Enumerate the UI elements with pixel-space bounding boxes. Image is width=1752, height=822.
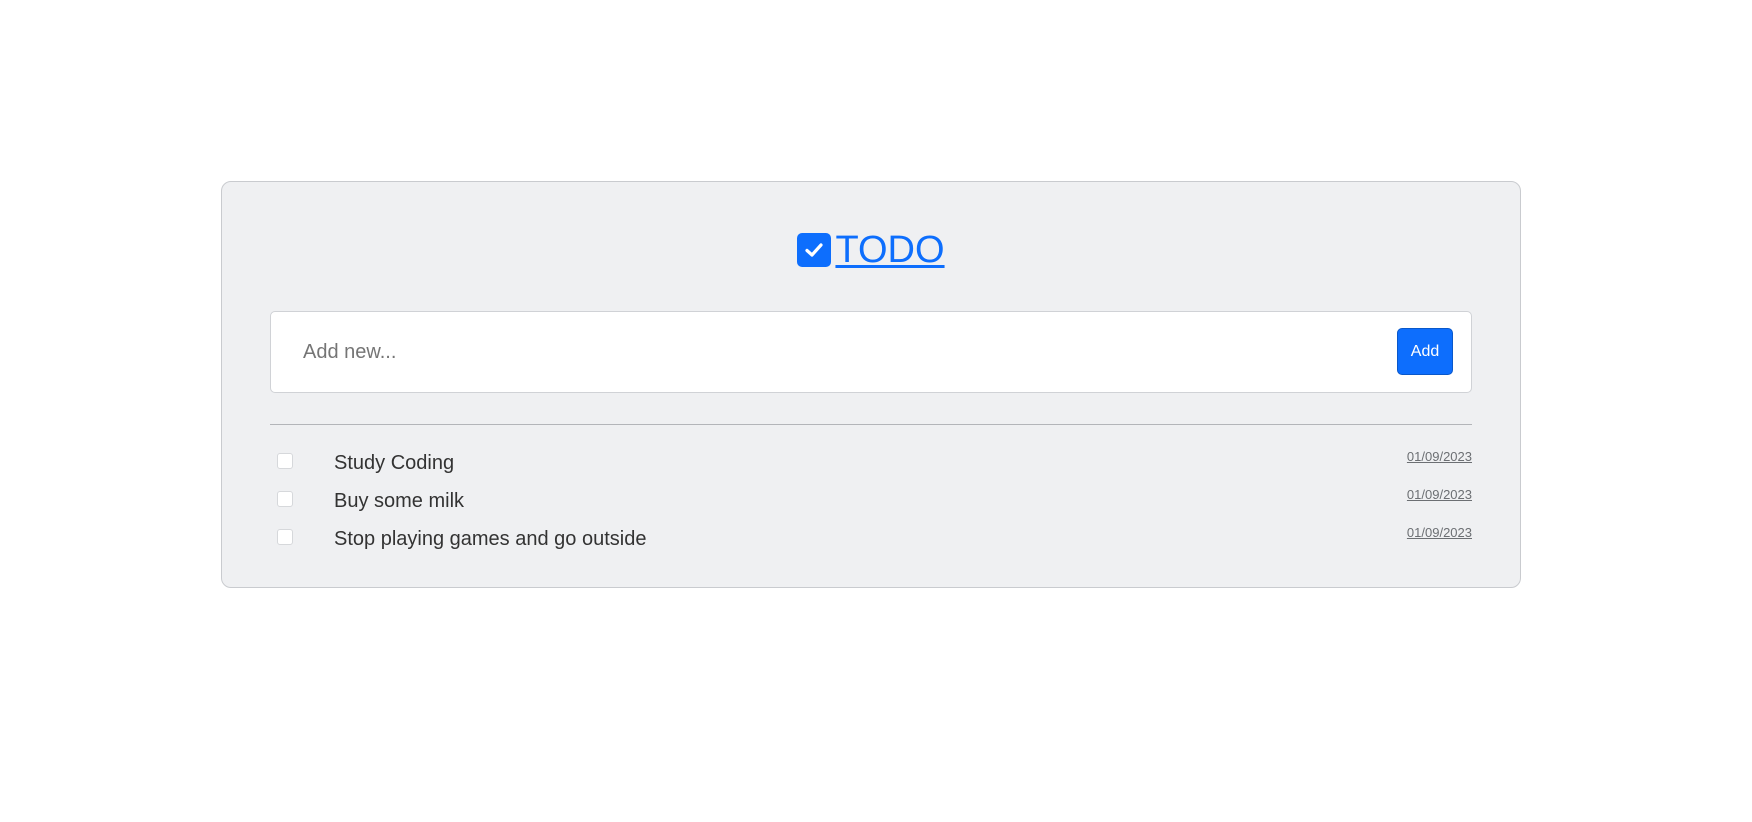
- add-button[interactable]: Add: [1397, 328, 1453, 375]
- todo-text: Buy some milk: [334, 490, 465, 512]
- todo-checkbox[interactable]: [277, 491, 293, 507]
- check-square-icon: [797, 233, 832, 267]
- add-todo-input[interactable]: [285, 326, 1375, 378]
- todo-list: Study Coding 01/09/2023 Buy some milk 01…: [270, 445, 1472, 559]
- todo-item: Study Coding 01/09/2023: [270, 445, 1472, 483]
- todo-card: TODO Add Study Coding 01/09/2023 Buy som…: [221, 181, 1521, 588]
- todo-date-link[interactable]: 01/09/2023: [1407, 487, 1472, 502]
- todo-checkbox[interactable]: [277, 529, 293, 545]
- todo-checkbox[interactable]: [277, 453, 293, 469]
- app-header: TODO: [222, 225, 1520, 275]
- divider: [270, 424, 1472, 425]
- todo-date-link[interactable]: 01/09/2023: [1407, 449, 1472, 464]
- todo-item: Buy some milk 01/09/2023: [270, 483, 1472, 521]
- app-title-link[interactable]: TODO: [835, 231, 944, 269]
- todo-text: Study Coding: [334, 452, 455, 474]
- todo-date-link[interactable]: 01/09/2023: [1407, 525, 1472, 540]
- todo-text: Stop playing games and go outside: [334, 528, 647, 550]
- add-todo-form: Add: [270, 311, 1472, 393]
- todo-item: Stop playing games and go outside 01/09/…: [270, 521, 1472, 559]
